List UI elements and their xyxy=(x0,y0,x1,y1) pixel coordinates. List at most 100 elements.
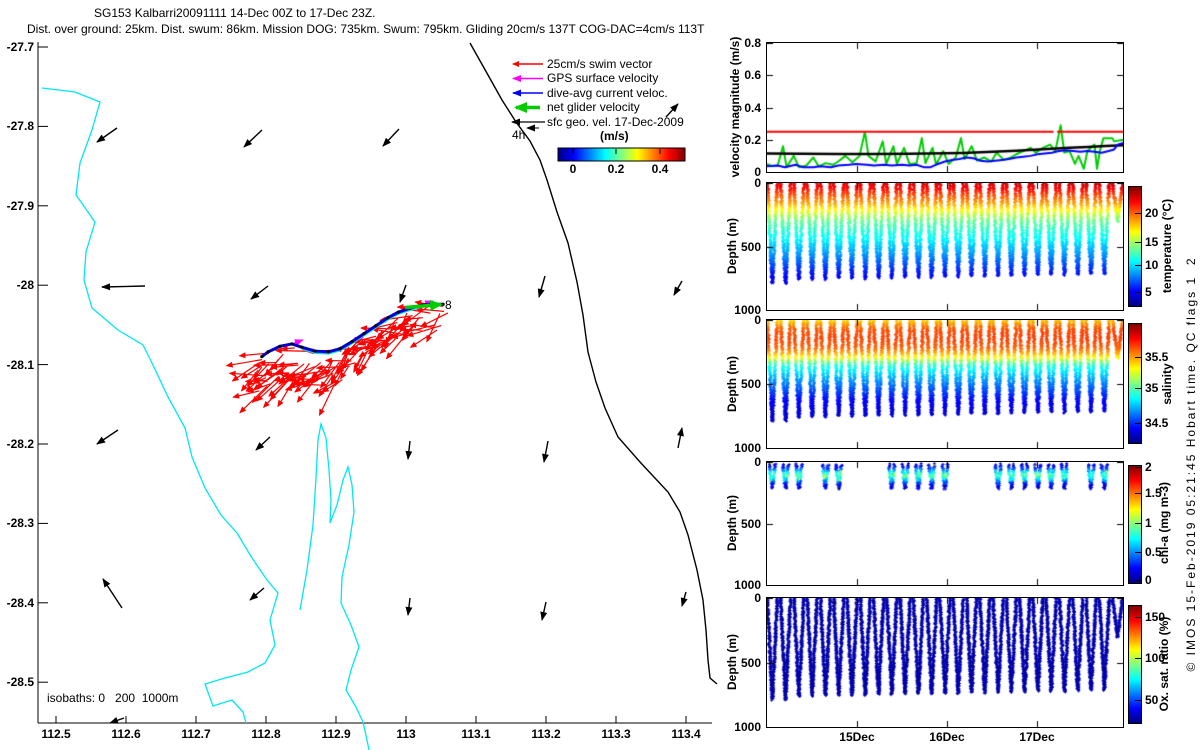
swim-vector-arrow xyxy=(232,390,260,399)
dive-fix-dot xyxy=(396,310,400,314)
legend-colorbar-tick-label: 0.4 xyxy=(651,162,669,176)
chl-colorbar-tick xyxy=(1135,552,1141,553)
dive-fix-dot xyxy=(338,347,342,351)
map-xtick-label: 112.8 xyxy=(251,727,281,741)
legend-label-dive-avg: dive-avg current veloc. xyxy=(547,86,668,100)
coastline xyxy=(469,42,718,685)
depth-ytick-label: 1000 xyxy=(734,720,761,734)
dive-fix-dot xyxy=(326,350,330,354)
temperature-colorbar xyxy=(1128,186,1142,307)
temperature-depth-label: Depth (m) xyxy=(725,218,739,274)
chl-colorbar-tick xyxy=(1135,523,1141,524)
velocity-ytick-label: 0.4 xyxy=(744,100,761,115)
legend-label-gps-velocity: GPS surface velocity xyxy=(547,71,659,85)
temperature-colorbar-tick xyxy=(1135,265,1141,266)
chl-colorbar-tick xyxy=(1135,580,1141,581)
map-ytick-label: -28 xyxy=(16,278,34,293)
dive-fix-dot xyxy=(278,344,282,348)
map-ytick-label: -27.7 xyxy=(6,40,34,54)
map-xtick-label: 113.1 xyxy=(461,727,491,741)
temperature-colorbar-tick-label: 20 xyxy=(1145,205,1159,220)
geo-velocity-arrow xyxy=(250,285,269,300)
temperature-colorbar-tick xyxy=(1135,213,1141,214)
temperature-colorbar-tick xyxy=(1135,242,1141,243)
map-xtick-label: 113.3 xyxy=(601,727,631,741)
temperature-colorbar-tick xyxy=(1135,292,1141,293)
depth-ytick-label: 0 xyxy=(754,591,761,605)
geo-velocity-arrow xyxy=(96,127,118,143)
salinity-canvas xyxy=(767,320,1123,448)
swim-vector-arrow xyxy=(409,329,438,348)
oxygen-colorbar-tick xyxy=(1135,658,1141,659)
temperature-canvas xyxy=(767,183,1123,310)
map-ytick-label: -28.4 xyxy=(6,595,34,610)
swim-vector-arrow xyxy=(244,378,267,385)
swim-vector-arrow xyxy=(403,315,423,322)
date-tick-label: 15Dec xyxy=(839,730,875,744)
salinity-colorbar-tick xyxy=(1135,423,1141,424)
velocity-canvas xyxy=(767,43,1123,172)
salinity-colorbar-tick xyxy=(1135,357,1141,358)
map-xtick-label: 112.6 xyxy=(111,727,141,741)
salinity-panel xyxy=(766,319,1124,449)
oxygen-colorbar-tick xyxy=(1135,700,1141,701)
dive-fix-dot xyxy=(300,345,304,349)
depth-ytick-label: 500 xyxy=(740,239,761,254)
chl-colorbar-tick-label: 2 xyxy=(1145,460,1152,475)
swim-vector-arrow xyxy=(324,357,352,364)
geo-velocity-arrow xyxy=(101,283,146,291)
isobaths-note: isobaths: 0 200 1000m xyxy=(47,691,179,705)
geo-velocity-arrow xyxy=(382,128,400,147)
swim-vector-arrow xyxy=(277,361,298,368)
map-xtick-label: 113.2 xyxy=(531,727,561,741)
date-tick-label: 17Dec xyxy=(1019,730,1055,744)
track-end-label: 8 xyxy=(445,298,452,312)
depth-ytick-label: 0 xyxy=(754,455,761,469)
dive-fix-dot xyxy=(290,342,294,346)
salinity-colorbar xyxy=(1128,323,1142,444)
depth-ytick-label: 500 xyxy=(740,377,761,391)
oxygen-colorbar-tick-label: 150 xyxy=(1145,609,1166,624)
temperature-colorbar-tick-label: 15 xyxy=(1145,234,1159,249)
map-xtick-label: 112.9 xyxy=(321,727,351,741)
salinity-colorbar-tick xyxy=(1135,388,1141,389)
legend-label-swim-vector: 25cm/s swim vector xyxy=(547,57,653,71)
oxygen-colorbar-tick-label: 50 xyxy=(1145,692,1159,707)
geo-velocity-arrow xyxy=(243,129,263,148)
salinity-depth-label: Depth (m) xyxy=(725,356,739,412)
geo-velocity-arrow xyxy=(405,440,413,460)
geo-velocity-arrow xyxy=(255,436,271,451)
chl-colorbar xyxy=(1128,465,1142,584)
chl-colorbar-tick-label: 1 xyxy=(1145,515,1152,530)
temperature-cbar-label: temperature (°C) xyxy=(1160,198,1174,294)
chl-depth-label: Depth (m) xyxy=(725,495,739,551)
map-xtick-label: 113 xyxy=(396,727,416,741)
dive-fix-dot xyxy=(362,332,366,336)
swim-vector-arrow xyxy=(280,345,295,352)
chl-panel xyxy=(766,461,1124,586)
geo-velocity-arrow xyxy=(537,275,546,298)
salinity-colorbar-tick-label: 35 xyxy=(1145,381,1159,396)
dive-fix-dot xyxy=(313,349,317,353)
temperature-colorbar-tick-label: 10 xyxy=(1145,257,1159,272)
oxygen-colorbar-tick-label: 100 xyxy=(1145,650,1166,665)
map-xtick-label: 112.5 xyxy=(41,727,71,741)
legend-colorbar-title: (m/s) xyxy=(600,129,629,143)
oxygen-canvas xyxy=(767,598,1123,727)
net-velocity-arrow xyxy=(404,299,443,311)
temperature-colorbar-tick-label: 5 xyxy=(1145,284,1152,299)
depth-ytick-label: 1000 xyxy=(734,578,761,592)
map-ytick-label: -28.1 xyxy=(6,357,34,372)
swim-vector-arrow xyxy=(371,327,404,336)
dive-fix-dot xyxy=(350,339,354,344)
legend-label-sfc-geo: sfc geo. vel. 17-Dec-2009 xyxy=(547,115,684,129)
chl-colorbar-tick-label: 0 xyxy=(1145,572,1152,587)
oxygen-panel xyxy=(766,597,1124,728)
chl-colorbar-tick xyxy=(1135,493,1141,494)
depth-ytick-label: 500 xyxy=(740,516,761,531)
geo-velocity-arrow xyxy=(676,427,684,449)
map-ytick-label: -28.5 xyxy=(6,675,34,690)
map-ytick-label: -28.2 xyxy=(6,437,34,451)
geo-velocity-arrow xyxy=(542,440,549,463)
map-ytick-label: -27.8 xyxy=(6,119,34,134)
